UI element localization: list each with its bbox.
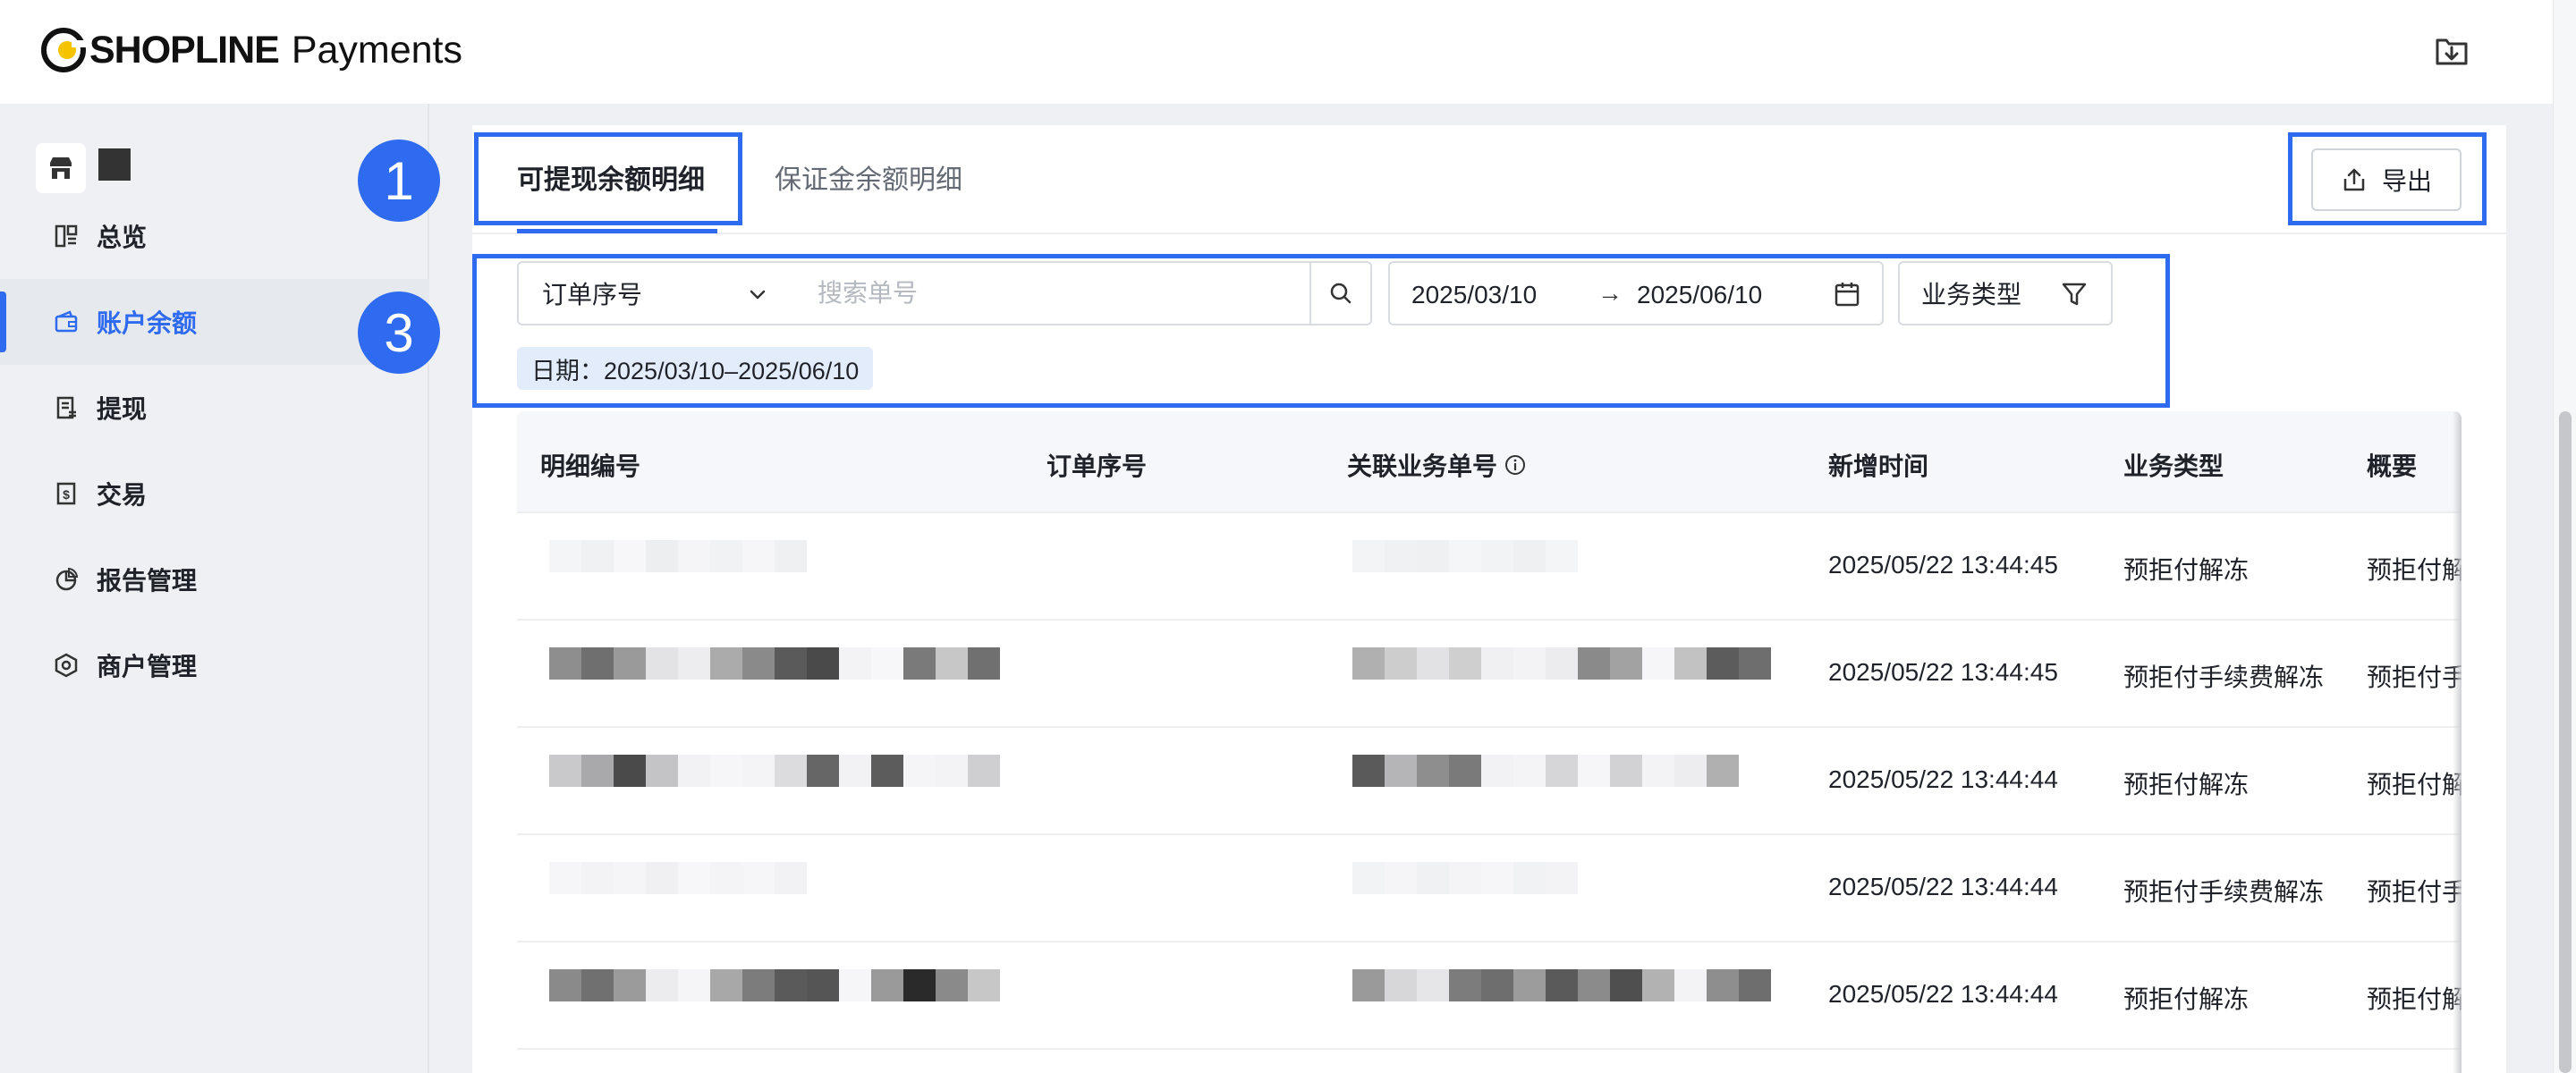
scrollbar-thumb[interactable] (2559, 411, 2572, 1073)
brand-name: SHOPLINE (89, 28, 280, 72)
active-tab-indicator (517, 229, 717, 233)
report-icon (52, 565, 80, 594)
highlight-box-tab (474, 132, 742, 225)
redacted-related-business-no (1352, 647, 1771, 683)
top-header: SHOPLINE Payments (0, 0, 2576, 104)
table-row[interactable]: 2025/05/22 13:44:45 预拒付手续费解冻 预拒付手 (517, 621, 2462, 728)
table-row[interactable]: 2025/05/22 13:44:44 预拒付手续费解冻 预拒付手 (517, 835, 2462, 942)
column-header-business-type: 业务类型 (2123, 452, 2224, 480)
redacted-related-business-no (1352, 755, 1739, 790)
withdraw-icon (52, 393, 80, 422)
cell-summary: 预拒付解 (2367, 556, 2462, 584)
column-header-detail-id: 明细编号 (540, 452, 641, 480)
annotation-badge-3: 3 (358, 291, 440, 374)
tab-deposit-balance[interactable]: 保证金余额明细 (775, 157, 962, 197)
cell-summary: 预拒付解 (2367, 985, 2462, 1013)
cell-business-type: 预拒付解冻 (2123, 771, 2250, 798)
info-icon[interactable] (1504, 454, 1526, 476)
redacted-related-business-no (1352, 862, 1578, 898)
column-header-label: 关联业务单号 (1347, 452, 1498, 480)
store-icon (36, 143, 86, 193)
cell-created-time: 2025/05/22 13:44:44 (1828, 980, 2058, 1008)
sidebar-item-label: 提现 (97, 395, 148, 423)
highlight-box-export (2288, 132, 2487, 225)
sidebar-item-label: 商户管理 (97, 653, 198, 680)
table-row[interactable]: 2025/05/22 13:44:44 预拒付解冻 预拒付解 (517, 728, 2462, 835)
sidebar-item-withdraw[interactable]: 提现 (0, 365, 429, 451)
redacted-related-business-no (1352, 969, 1771, 1005)
column-header-summary: 概要 (2367, 452, 2418, 480)
redacted-detail-id (549, 969, 1000, 1005)
sidebar-item-label: 交易 (97, 481, 148, 509)
sidebar-item-reports[interactable]: 报告管理 (0, 536, 429, 622)
cell-summary: 预拒付手 (2367, 663, 2462, 691)
product-name: Payments (291, 28, 463, 72)
annotation-badge-1: 1 (358, 139, 440, 222)
redacted-detail-id (549, 755, 1000, 790)
table-header: 明细编号 订单序号 关联业务单号 新增时间 业务类型 概要 (517, 411, 2462, 513)
sidebar-item-overview[interactable]: 总览 (0, 193, 429, 279)
cell-created-time: 2025/05/22 13:44:44 (1828, 873, 2058, 900)
table-row[interactable]: 2025/05/22 13:44:44 预拒付解冻 预拒付解 (517, 942, 2462, 1050)
merchant-icon (52, 651, 80, 680)
cell-business-type: 预拒付解冻 (2123, 985, 2250, 1013)
cell-created-time: 2025/05/22 13:44:44 (1828, 765, 2058, 793)
sidebar-item-label: 报告管理 (97, 567, 198, 595)
sidebar-item-merchants[interactable]: 商户管理 (0, 622, 429, 708)
redacted-detail-id (549, 540, 807, 576)
horizontal-scroll-shadow (2453, 411, 2462, 1073)
cell-created-time: 2025/05/22 13:44:45 (1828, 551, 2058, 579)
page-scrollbar[interactable] (2553, 0, 2576, 1073)
sidebar-item-transactions[interactable]: $ 交易 (0, 451, 429, 536)
balance-detail-table: 明细编号 订单序号 关联业务单号 新增时间 业务类型 概要 2025/05/22… (517, 411, 2462, 1073)
column-header-order-no: 订单序号 (1046, 452, 1148, 480)
cell-summary: 预拒付解 (2367, 771, 2462, 798)
column-header-created-time: 新增时间 (1828, 452, 1929, 480)
highlight-box-filters (472, 254, 2170, 408)
store-switcher[interactable] (36, 143, 131, 193)
column-header-related-business-no: 关联业务单号 (1347, 447, 1526, 483)
shopline-logo[interactable]: SHOPLINE Payments (41, 25, 462, 75)
redacted-detail-id (549, 862, 807, 898)
sidebar-item-label: 总览 (97, 224, 148, 251)
download-icon[interactable] (2431, 30, 2472, 72)
table-row[interactable]: 2025/05/22 13:44:45 预拒付解冻 预拒付解 (517, 513, 2462, 621)
sidebar-item-label: 账户余额 (97, 309, 198, 337)
redacted-detail-id (549, 647, 1000, 683)
redacted-related-business-no (1352, 540, 1578, 576)
cell-summary: 预拒付手 (2367, 878, 2462, 906)
store-avatar (98, 148, 131, 181)
svg-text:$: $ (63, 487, 70, 502)
sidebar: 总览 账户余额 提现 $ 交易 报告管理 商户管理 (0, 104, 429, 1073)
transaction-icon: $ (52, 479, 80, 508)
logo-mark-icon (41, 28, 86, 72)
cell-business-type: 预拒付手续费解冻 (2123, 878, 2325, 906)
dashboard-icon (52, 222, 80, 250)
wallet-icon (52, 308, 80, 336)
cell-business-type: 预拒付解冻 (2123, 556, 2250, 584)
cell-business-type: 预拒付手续费解冻 (2123, 663, 2325, 691)
cell-created-time: 2025/05/22 13:44:45 (1828, 658, 2058, 686)
